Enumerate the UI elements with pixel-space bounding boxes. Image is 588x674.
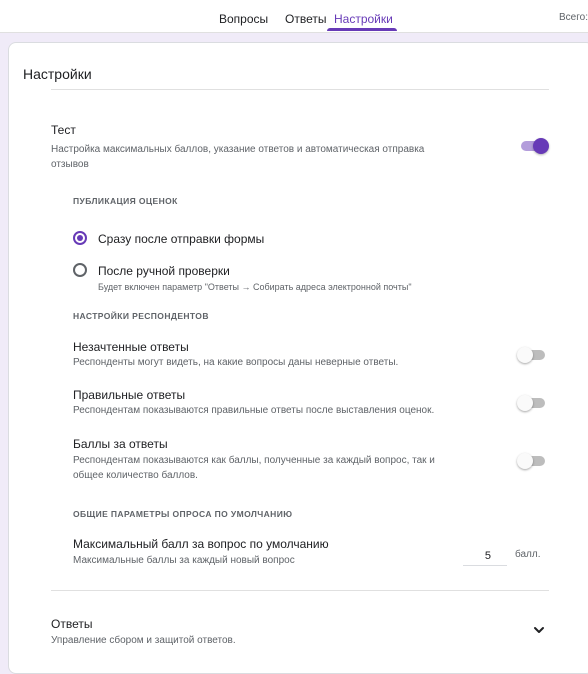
active-tab-indicator — [327, 28, 397, 31]
missed-answers-title: Незачтенные ответы — [73, 340, 189, 354]
default-points-title: Максимальный балл за вопрос по умолчанию — [73, 537, 329, 551]
tab-questions[interactable]: Вопросы — [219, 12, 268, 26]
title-divider — [51, 89, 549, 90]
respondent-settings-section-label: НАСТРОЙКИ РЕСПОНДЕНТОВ — [73, 311, 209, 321]
points-unit-label: балл. — [515, 549, 541, 560]
top-tab-bar: Вопросы Ответы Настройки Всего: — [0, 0, 588, 33]
missed-answers-toggle[interactable] — [517, 347, 549, 363]
quiz-description-cont: отзывов — [51, 159, 89, 170]
radio-dot — [77, 235, 83, 241]
point-values-toggle[interactable] — [517, 453, 549, 469]
settings-card: Настройки Тест Настройка максимальных ба… — [8, 42, 588, 674]
total-points-label: Всего: — [559, 12, 588, 23]
missed-answers-description: Респонденты могут видеть, на какие вопро… — [73, 357, 399, 368]
responses-title: Ответы — [51, 617, 93, 631]
radio-manual-review[interactable] — [73, 263, 87, 277]
option-immediately-label: Сразу после отправки формы — [98, 232, 265, 246]
page-title: Настройки — [23, 66, 92, 82]
responses-divider — [51, 590, 549, 591]
correct-answers-description: Респондентам показываются правильные отв… — [73, 405, 435, 416]
defaults-section-label: ОБЩИЕ ПАРАМЕТРЫ ОПРОСА ПО УМОЛЧАНИЮ — [73, 509, 293, 519]
tab-settings[interactable]: Настройки — [334, 12, 393, 26]
point-values-title: Баллы за ответы — [73, 437, 168, 451]
point-values-description: Респондентам показываются как баллы, пол… — [73, 455, 435, 466]
option-manual-review-label: После ручной проверки — [98, 264, 230, 278]
toggle-knob — [533, 138, 549, 154]
quiz-description: Настройка максимальных баллов, указание … — [51, 144, 425, 155]
toggle-knob — [517, 347, 533, 363]
correct-answers-toggle[interactable] — [517, 395, 549, 411]
quiz-toggle[interactable] — [517, 138, 549, 154]
chevron-down-icon[interactable] — [533, 624, 545, 636]
option-manual-review-hint: Будет включен параметр "Ответы → Собират… — [98, 282, 412, 292]
correct-answers-title: Правильные ответы — [73, 388, 186, 402]
grade-release-section-label: ПУБЛИКАЦИЯ ОЦЕНОК — [73, 196, 178, 206]
tab-answers[interactable]: Ответы — [285, 12, 326, 26]
radio-immediately[interactable] — [73, 231, 87, 245]
default-points-description: Максимальные баллы за каждый новый вопро… — [73, 555, 295, 566]
default-points-input[interactable] — [463, 546, 507, 566]
toggle-knob — [517, 395, 533, 411]
point-values-description-cont: общее количество баллов. — [73, 470, 198, 481]
quiz-title: Тест — [51, 123, 76, 137]
toggle-knob — [517, 453, 533, 469]
responses-description: Управление сбором и защитой ответов. — [51, 635, 236, 646]
